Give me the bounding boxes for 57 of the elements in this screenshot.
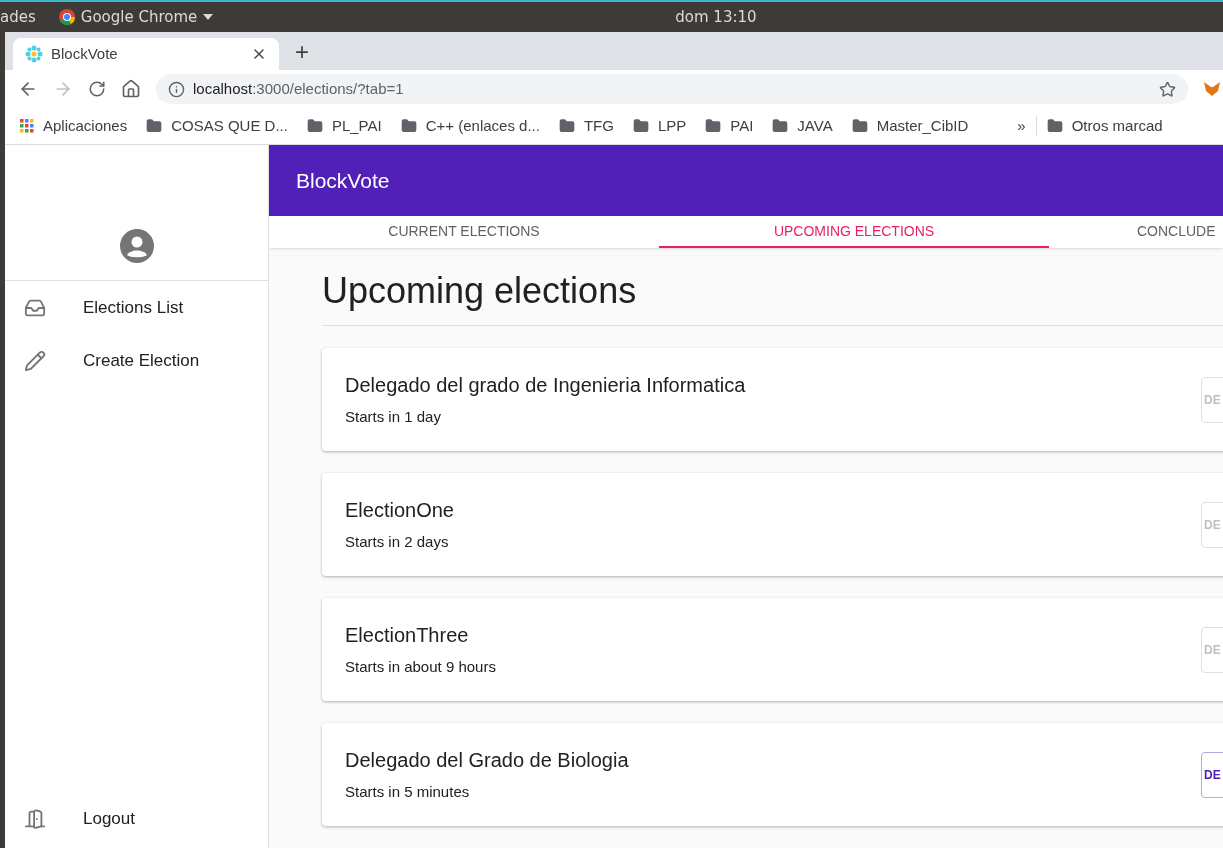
page-heading: Upcoming elections [322, 269, 638, 313]
fox-extension-icon[interactable] [1203, 80, 1221, 98]
start-time: Starts in 2 days [345, 532, 450, 553]
flower-logo-icon [25, 45, 43, 63]
new-tab-button[interactable]: + [295, 40, 309, 64]
card-button[interactable]: DE [1201, 751, 1223, 798]
folder-icon [632, 118, 649, 134]
clock[interactable]: dom 13:10 [675, 5, 757, 29]
browser-logo-icon [58, 9, 75, 25]
bookmark-folder[interactable]: PAI [705, 114, 754, 138]
door-icon [24, 808, 46, 830]
bookmark-folder[interactable]: TFG [558, 114, 614, 138]
folder-icon [772, 118, 789, 134]
folder-icon [400, 118, 417, 134]
election-name: Delegado del grado de Ingenieria Informatica [345, 373, 747, 399]
bookmark-folder[interactable]: Master_CibID [851, 114, 969, 138]
election-name: ElectionThree [345, 623, 470, 649]
reload-icon[interactable] [88, 80, 106, 98]
app-menu[interactable]: Google Chrome [80, 5, 198, 29]
activities-label[interactable]: ades [0, 5, 36, 29]
account-icon[interactable] [119, 229, 154, 263]
bookmark-folder[interactable]: C++ (enlaces d... [400, 114, 540, 138]
logout-item[interactable]: Logout [5, 795, 268, 843]
apps-grid-icon [20, 119, 34, 133]
start-time: Starts in 1 day [345, 407, 442, 428]
election-name: ElectionOne [345, 498, 455, 524]
info-icon [168, 80, 185, 98]
start-time: Starts in 5 minutes [345, 782, 471, 803]
app-title: BlockVote [296, 167, 390, 194]
bookmark-folder[interactable]: LPP [632, 114, 687, 138]
start-time: Starts in about 9 hours [345, 657, 497, 678]
folder-icon [705, 118, 722, 134]
caret-icon [203, 14, 214, 20]
star-icon[interactable] [1159, 80, 1176, 98]
bookmark-folder[interactable]: PL_PAI [306, 114, 382, 138]
tab-title: BlockVote [51, 43, 119, 64]
election-name: Delegado del Grado de Biologia [345, 748, 630, 774]
sidebar-item[interactable]: Elections List [5, 281, 268, 334]
bookmark-folder[interactable]: COSAS QUE D... [146, 114, 288, 138]
folder-icon [851, 118, 868, 134]
apps-bookmark[interactable]: Aplicaciones [20, 114, 128, 138]
sidebar-item[interactable]: Create Election [5, 334, 268, 387]
tab[interactable]: UPCOMING ELECTIONS [659, 216, 1049, 248]
home-icon[interactable] [121, 79, 141, 99]
bookmark-folder[interactable]: JAVA [772, 114, 833, 138]
other-bookmarks-folder[interactable]: Otros marcad [1046, 114, 1163, 138]
folder-icon [306, 118, 323, 134]
pencil-icon [24, 349, 46, 372]
folder-icon [1046, 118, 1063, 134]
folder-icon [558, 118, 575, 134]
tab[interactable]: CURRENT ELECTIONS [269, 216, 659, 248]
browser-tab[interactable]: BlockVote [13, 38, 279, 70]
address-bar[interactable]: localhost:3000/elections/?tab=1 [156, 74, 1188, 104]
folder-icon [146, 118, 163, 134]
url-text: localhost:3000/elections/?tab=1 [193, 78, 405, 99]
more-bookmarks-button[interactable]: » [1017, 114, 1026, 138]
tab[interactable]: CONCLUDE [1049, 216, 1223, 248]
